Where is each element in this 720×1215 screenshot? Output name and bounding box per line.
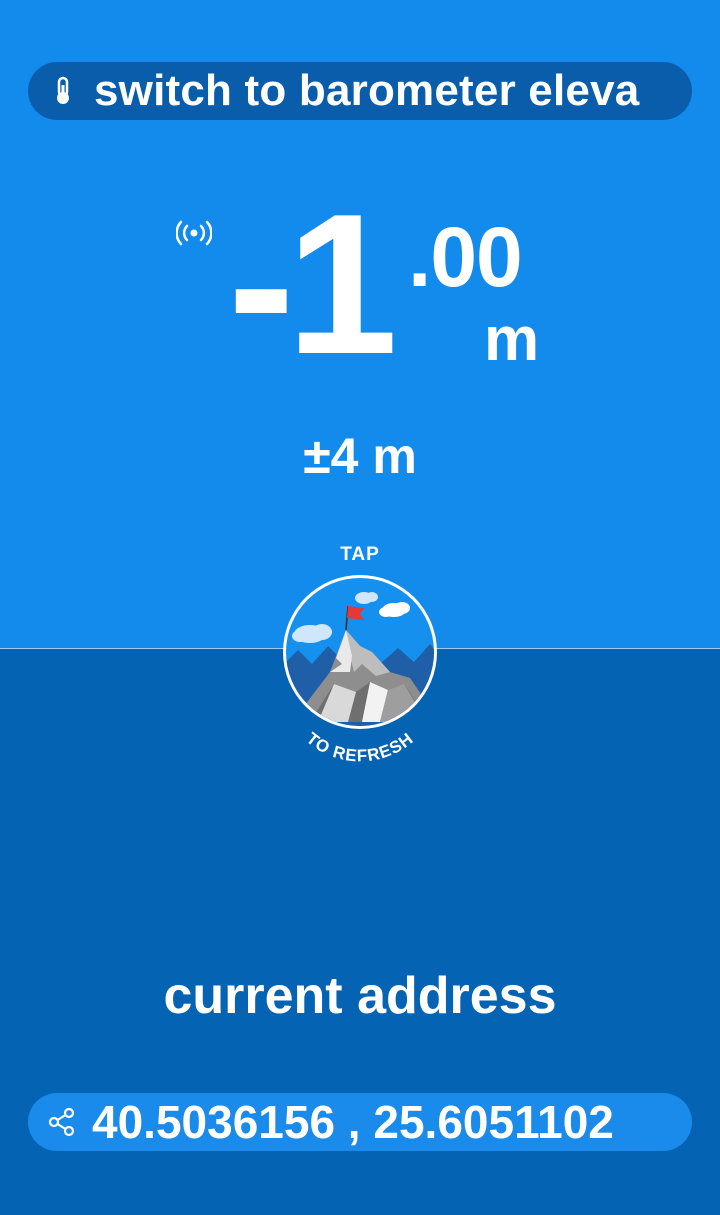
thermometer-icon [28,62,98,120]
coordinates-share-button[interactable]: 40.5036156 , 25.6051102 [28,1093,692,1151]
tap-label: TAP [340,544,380,565]
elevation-integer: -1 [228,173,398,396]
elevation-decimal: .00 [408,210,523,304]
share-icon [28,1093,96,1151]
elevation-unit: m [484,305,540,374]
gps-signal-icon [176,220,212,246]
coordinates-text: 40.5036156 , 25.6051102 [92,1096,614,1148]
accuracy-text: ±4 m [303,428,417,484]
svg-text:TO REFRESH: TO REFRESH [303,729,417,766]
switch-mode-label: switch to barometer eleva [94,66,640,115]
address-title[interactable]: current address [0,966,720,1026]
switch-mode-button[interactable]: switch to barometer eleva [28,62,692,120]
to-refresh-label: TO REFRESH [303,729,417,766]
